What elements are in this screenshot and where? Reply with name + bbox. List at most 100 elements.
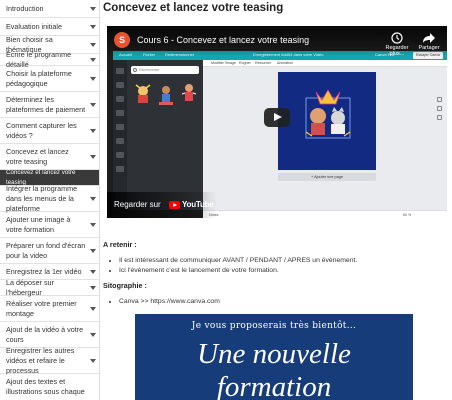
promo-subtitle: Je vous proposerais très bientôt...	[191, 321, 357, 331]
promo-title-line2: formation	[216, 371, 332, 400]
watch-later-label: Regarder plus...	[385, 45, 409, 57]
character-sticker	[181, 84, 197, 101]
add-page-button: + Ajouter une page	[278, 173, 376, 181]
channel-avatar[interactable]: S	[114, 32, 130, 48]
design-illustration	[305, 89, 351, 139]
sidebar-item-label: Ajouter une image à votre formation	[6, 214, 71, 234]
chevron-down-icon	[90, 269, 96, 274]
search-icon	[133, 68, 137, 72]
chevron-down-icon	[90, 128, 96, 133]
lesson-content: Concevez et lancez votre teasing Accueil…	[103, 0, 452, 400]
chevron-down-icon	[90, 6, 96, 11]
course-sidebar: Introduction Evaluation initiale Bien ch…	[0, 0, 100, 400]
youtube-play-icon	[169, 200, 180, 209]
sidebar-item-label: Déterminez les plateformes de paiement	[6, 94, 86, 114]
folder-icon	[116, 166, 124, 172]
canva-design-page	[278, 72, 376, 170]
plus-icon	[437, 115, 442, 120]
sidebar-item-label: Choisir la plateforme pédagogique	[6, 68, 72, 88]
chevron-down-icon	[90, 24, 96, 29]
sidebar-item-fond-ecran[interactable]: Préparer un fond d'écran pour la video	[0, 238, 99, 264]
sidebar-item-label: Préparer un fond d'écran pour la video	[6, 240, 86, 260]
video-title[interactable]: Cours 6 - Concevez et lancez votre teasi…	[137, 35, 309, 45]
canva-tool: Rogner	[239, 61, 251, 65]
chevron-down-icon	[90, 358, 96, 363]
chevron-down-icon	[90, 76, 96, 81]
sidebar-item-ajout-video[interactable]: Ajout de la vidéo à votre cours	[0, 322, 99, 348]
template-icon	[116, 68, 124, 74]
sidebar-item-label: Evaluation initiale	[6, 21, 62, 31]
canva-side-icons	[437, 97, 443, 124]
canva-tool: Retourner	[255, 61, 271, 65]
sidebar-item-label: La déposer sur l'hébergeur	[6, 277, 54, 297]
sitographie-list: Canva >> https://www.canva.com	[119, 297, 220, 307]
retenir-list: Il est intéressant de communiquer AVANT …	[119, 256, 357, 275]
canva-tool: Animation	[277, 61, 293, 65]
section-heading-sitographie: Sitographie :	[103, 281, 147, 290]
lock-icon	[437, 97, 442, 102]
teasing-image: Je vous proposerais très bientôt... Une …	[135, 314, 413, 400]
canva-link[interactable]: Canva >> https://www.canva.com	[119, 297, 220, 307]
section-heading-retenir: A retenir :	[103, 240, 137, 249]
sidebar-item-montage[interactable]: Réaliser votre premier montage	[0, 296, 99, 322]
upload-icon	[116, 110, 124, 116]
canva-zoom-label: 60 %	[403, 212, 412, 217]
chevron-down-icon	[90, 154, 96, 159]
canva-bottom-bar: Notes 60 %	[203, 210, 447, 218]
sidebar-item-label: Réaliser votre premier montage	[6, 298, 77, 318]
video-actions: Regarder plus... Partager	[385, 32, 441, 57]
canva-sticker-panel: Rechercher ×	[127, 60, 203, 210]
copy-icon	[437, 106, 442, 111]
chevron-down-icon	[90, 248, 96, 253]
share-icon	[423, 33, 435, 43]
canva-tool-rail	[113, 60, 127, 210]
canva-tool: Modifier l'image	[211, 61, 237, 65]
list-item: Il est intéressant de communiquer AVANT …	[119, 256, 357, 266]
party-sticker	[135, 84, 151, 103]
chevron-down-icon	[90, 306, 96, 311]
sidebar-item-image[interactable]: Ajouter une image à votre formation	[0, 212, 99, 238]
play-button[interactable]	[264, 108, 290, 127]
photos-icon	[116, 124, 124, 130]
sidebar-item-programme[interactable]: Écrire le programme détaillé	[0, 50, 99, 69]
chevron-down-icon	[90, 222, 96, 227]
close-icon: ×	[195, 66, 199, 72]
sidebar-item-paiement[interactable]: Déterminez les plateformes de paiement	[0, 92, 99, 118]
chevron-down-icon	[90, 196, 96, 201]
video-icon	[116, 138, 124, 144]
watch-on-label: Regarder sur	[114, 200, 161, 209]
sidebar-item-label: Concevez et lancez votre teasing	[6, 146, 69, 166]
elements-icon	[116, 82, 124, 88]
promo-title-line1: Une nouvelle	[197, 338, 351, 370]
sidebar-item-teasing[interactable]: Concevez et lancez votre teasing	[0, 144, 99, 170]
canva-search-input: Rechercher	[131, 66, 199, 74]
sidebar-item-integrer[interactable]: Intégrer la programme dans les menus de …	[0, 184, 99, 213]
sidebar-item-introduction[interactable]: Introduction	[0, 0, 99, 18]
sidebar-item-label: Ajout des textes et illustrations sous c…	[6, 377, 85, 396]
text-icon	[116, 96, 124, 102]
sidebar-item-plateforme[interactable]: Choisir la plateforme pédagogique	[0, 66, 99, 92]
sidebar-item-label: Comment capturer les vidéos ?	[6, 120, 77, 140]
youtube-logo: YouTube	[169, 200, 214, 209]
person-sticker	[159, 86, 173, 105]
list-item: Ici l'évènement c'est le lancement de vo…	[119, 266, 357, 276]
sidebar-item-textes[interactable]: Ajout des textes et illustrations sous c…	[0, 374, 99, 400]
sidebar-item-capturer[interactable]: Comment capturer les vidéos ?	[0, 118, 99, 144]
canva-edit-toolbar: Modifier l'image Rogner Retourner Animat…	[203, 60, 447, 67]
watch-later-button[interactable]: Regarder plus...	[385, 32, 409, 57]
chevron-down-icon	[90, 285, 96, 290]
canva-search-placeholder: Rechercher	[139, 67, 160, 72]
chevron-down-icon	[90, 42, 96, 47]
sidebar-item-hebergeur[interactable]: La déposer sur l'hébergeur	[0, 277, 99, 297]
video-player[interactable]: Accueil Fichier Redimensionner Enregistr…	[107, 26, 447, 218]
page-title: Concevez et lancez votre teasing	[103, 2, 284, 14]
chevron-down-icon	[90, 57, 96, 62]
sidebar-item-autres-videos[interactable]: Enregistrer les autres vidéos et refaire…	[0, 345, 99, 375]
sidebar-item-label: Enregistrer les autres vidéos et refaire…	[6, 345, 75, 375]
watch-on-youtube-link[interactable]: Regarder sur YouTube	[107, 192, 217, 218]
share-label: Partager	[418, 45, 440, 51]
chevron-down-icon	[90, 102, 96, 107]
youtube-wordmark: YouTube	[182, 200, 214, 209]
sidebar-item-evaluation[interactable]: Evaluation initiale	[0, 18, 99, 36]
share-button[interactable]: Partager	[417, 32, 441, 57]
